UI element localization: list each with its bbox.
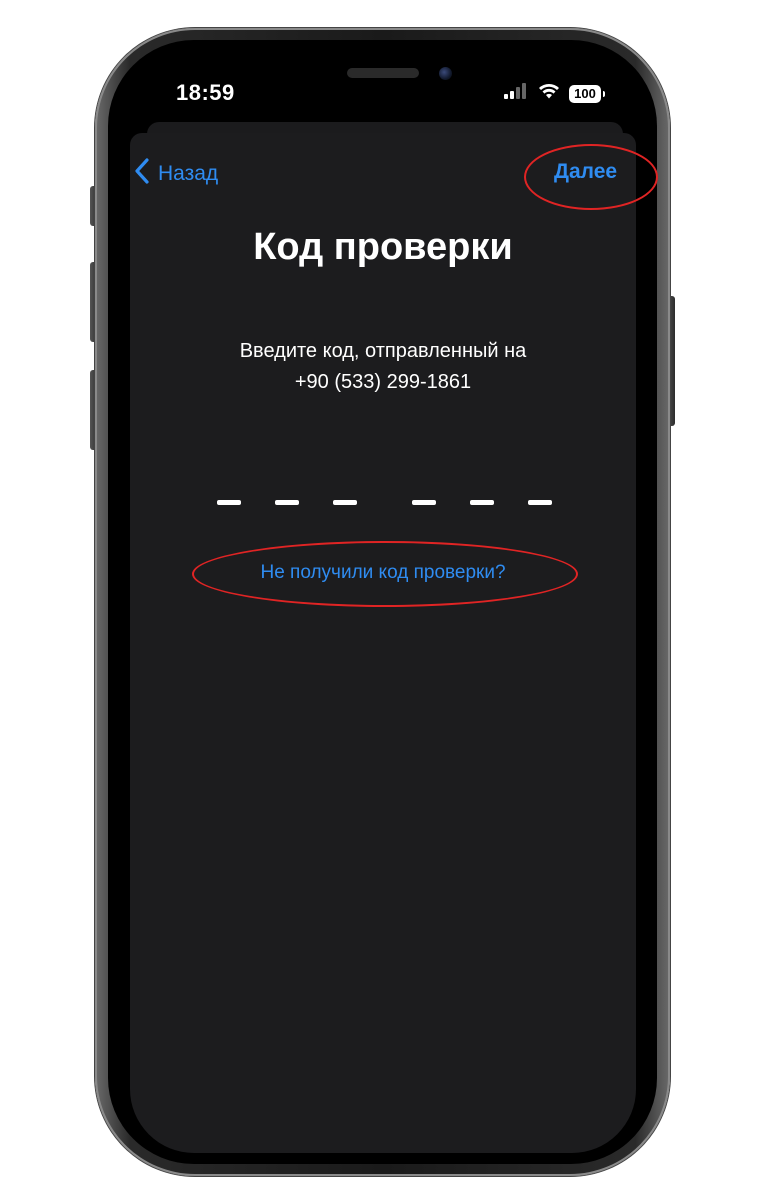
highlight-resend-ellipse (192, 541, 578, 607)
verification-sheet (130, 133, 636, 1153)
code-slot-3 (333, 500, 357, 505)
wifi-icon (537, 82, 561, 105)
status-icons: 100 (503, 82, 605, 105)
code-slot-1 (217, 500, 241, 505)
status-time: 18:59 (176, 80, 235, 105)
battery-icon: 100 (569, 84, 605, 103)
code-slot-5 (470, 500, 494, 505)
earpiece-speaker (347, 68, 419, 78)
page-title: Код проверки (253, 226, 513, 268)
verification-code-input[interactable] (217, 500, 557, 508)
back-button[interactable]: Назад (134, 158, 218, 190)
back-button-label: Назад (158, 162, 219, 185)
subtitle-instruction: Введите код, отправленный на (239, 340, 527, 362)
highlight-next-ellipse (524, 144, 658, 210)
front-camera (439, 67, 452, 80)
subtitle-phone-number: +90 (533) 299-1861 (294, 371, 472, 393)
screenshot-stage: 18:59 100 Назад Далее Код проверки Введи… (0, 0, 760, 1200)
signal-icon (503, 82, 529, 105)
code-slot-6 (528, 500, 552, 505)
code-slot-4 (412, 500, 436, 505)
page-subtitle: Введите код, отправленный на +90 (533) 2… (130, 336, 636, 398)
code-slot-2 (275, 500, 299, 505)
chevron-left-icon (134, 158, 150, 190)
